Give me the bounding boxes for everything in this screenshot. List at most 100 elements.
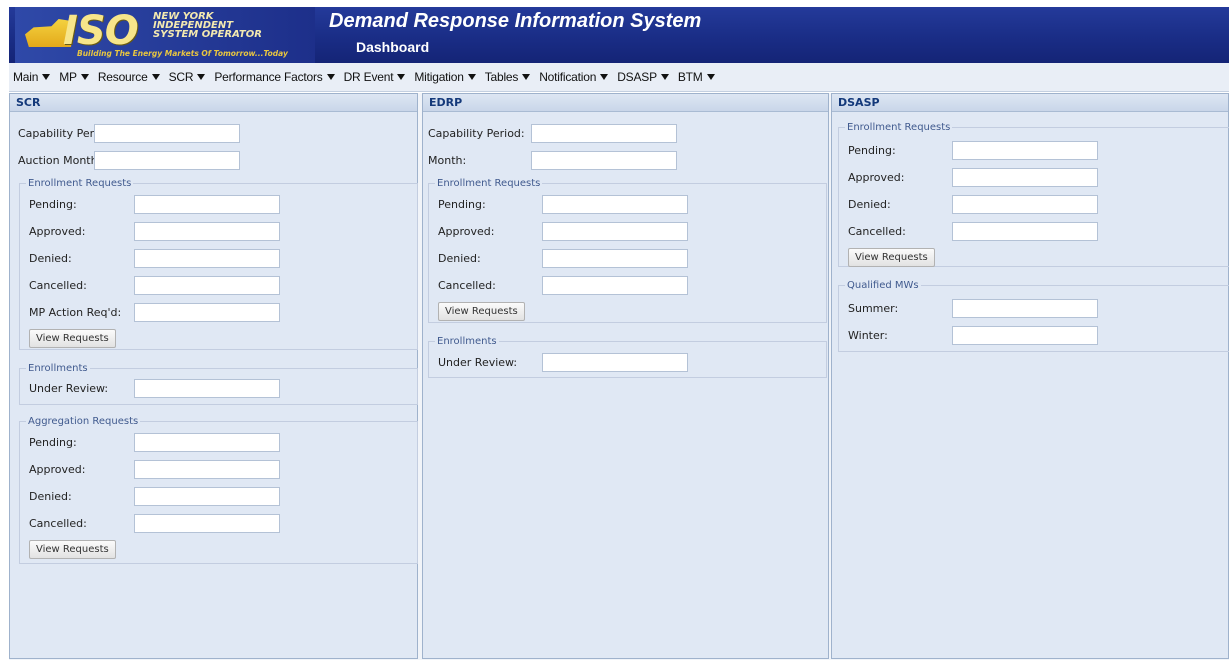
dsasp-panel: DSASP Enrollment Requests Pending: Appro… <box>831 93 1229 659</box>
caret-down-icon <box>197 74 206 80</box>
dsasp-pending-label: Pending: <box>848 143 896 157</box>
edrp-enrollments-legend: Enrollments <box>437 336 497 347</box>
scr-denied-field[interactable] <box>134 248 280 268</box>
app-title: Demand Response Information System <box>329 10 702 32</box>
edrp-under-review-field[interactable] <box>542 352 688 372</box>
scr-denied-label: Denied: <box>29 251 72 265</box>
scr-view-enrollment-requests-button[interactable]: View Requests <box>29 329 116 348</box>
menu-performance-factors[interactable]: Performance Factors <box>214 70 335 84</box>
menu-notification[interactable]: Notification <box>539 70 609 84</box>
scr-agg-pending-field[interactable] <box>134 432 280 452</box>
scr-agg-approved-field[interactable] <box>134 459 280 479</box>
edrp-approved-label: Approved: <box>438 224 495 238</box>
dsasp-denied-field[interactable] <box>952 194 1098 214</box>
dsasp-cancelled-label: Cancelled: <box>848 224 906 238</box>
menu-resource[interactable]: Resource <box>98 70 160 84</box>
menu-label: DSASP <box>617 70 657 84</box>
scr-panel: SCR Capability Period: Auction Month: En… <box>9 93 418 659</box>
dsasp-panel-title: DSASP <box>832 94 1228 112</box>
caret-down-icon <box>42 74 51 80</box>
dsasp-denied-label: Denied: <box>848 197 891 211</box>
scr-auction-month-field[interactable] <box>94 150 240 170</box>
caret-down-icon <box>600 74 609 80</box>
dashboard-panels: SCR Capability Period: Auction Month: En… <box>9 93 1229 660</box>
scr-aggregation-requests-legend: Aggregation Requests <box>28 416 139 427</box>
caret-down-icon <box>80 74 89 80</box>
menu-label: Mitigation <box>414 70 464 84</box>
edrp-approved-field[interactable] <box>542 221 688 241</box>
caret-down-icon <box>660 74 669 80</box>
edrp-cancelled-field[interactable] <box>542 275 688 295</box>
logo-name-line-3: SYSTEM OPERATOR <box>153 29 262 40</box>
caret-down-icon <box>522 74 531 80</box>
menu-dr-event[interactable]: DR Event <box>344 70 406 84</box>
scr-agg-approved-label: Approved: <box>29 462 86 476</box>
dsasp-pending-field[interactable] <box>952 140 1098 160</box>
page-title: Dashboard <box>356 39 430 55</box>
menu-label: DR Event <box>343 70 394 84</box>
menu-mp[interactable]: MP <box>59 70 89 84</box>
scr-enrollments-legend: Enrollments <box>28 363 88 374</box>
edrp-enrollment-requests-legend: Enrollment Requests <box>437 178 541 189</box>
edrp-pending-field[interactable] <box>542 194 688 214</box>
dsasp-winter-label: Winter: <box>848 328 888 342</box>
menu-mitigation[interactable]: Mitigation <box>414 70 476 84</box>
edrp-pending-label: Pending: <box>438 197 486 211</box>
dsasp-enrollment-requests-legend: Enrollment Requests <box>847 122 951 133</box>
edrp-capability-period-label: Capability Period: <box>428 126 525 140</box>
menu-label: MP <box>59 70 77 84</box>
app-header: ISO NEW YORK INDEPENDENT SYSTEM OPERATOR… <box>9 7 1229 63</box>
edrp-month-field[interactable] <box>531 150 677 170</box>
dsasp-cancelled-field[interactable] <box>952 221 1098 241</box>
menu-label: SCR <box>168 70 194 84</box>
scr-panel-title: SCR <box>10 94 417 112</box>
caret-down-icon <box>706 74 715 80</box>
logo-iso-text: ISO <box>63 8 139 54</box>
edrp-capability-period-field[interactable] <box>531 123 677 143</box>
edrp-under-review-label: Under Review: <box>438 355 518 369</box>
scr-capability-period-field[interactable] <box>94 123 240 143</box>
main-menu-bar: Main MP Resource SCR Performance Factors… <box>9 63 1229 92</box>
edrp-view-requests-button[interactable]: View Requests <box>438 302 525 321</box>
scr-agg-cancelled-field[interactable] <box>134 513 280 533</box>
scr-pending-field[interactable] <box>134 194 280 214</box>
logo-name: NEW YORK INDEPENDENT SYSTEM OPERATOR <box>153 12 263 40</box>
edrp-panel-title: EDRP <box>423 94 828 112</box>
scr-view-aggregation-requests-button[interactable]: View Requests <box>29 540 116 559</box>
scr-auction-month-label: Auction Month: <box>18 153 102 167</box>
scr-agg-pending-label: Pending: <box>29 435 77 449</box>
scr-mp-action-field[interactable] <box>134 302 280 322</box>
scr-pending-label: Pending: <box>29 197 77 211</box>
dsasp-winter-field[interactable] <box>952 325 1098 345</box>
dsasp-summer-field[interactable] <box>952 298 1098 318</box>
caret-down-icon <box>397 74 406 80</box>
caret-down-icon <box>467 74 476 80</box>
menu-main[interactable]: Main <box>13 70 51 84</box>
scr-approved-field[interactable] <box>134 221 280 241</box>
edrp-month-label: Month: <box>428 153 467 167</box>
edrp-panel: EDRP Capability Period: Month: Enrollmen… <box>422 93 829 659</box>
scr-under-review-label: Under Review: <box>29 381 109 395</box>
scr-mp-action-label: MP Action Req'd: <box>29 305 122 319</box>
scr-under-review-field[interactable] <box>134 378 280 398</box>
scr-approved-label: Approved: <box>29 224 86 238</box>
edrp-denied-label: Denied: <box>438 251 481 265</box>
scr-enrollment-requests-legend: Enrollment Requests <box>28 178 132 189</box>
menu-label: Notification <box>539 70 597 84</box>
menu-btm[interactable]: BTM <box>678 70 715 84</box>
menu-scr[interactable]: SCR <box>169 70 206 84</box>
menu-label: Performance Factors <box>214 70 323 84</box>
menu-dsasp[interactable]: DSASP <box>617 70 669 84</box>
dsasp-approved-field[interactable] <box>952 167 1098 187</box>
scr-cancelled-field[interactable] <box>134 275 280 295</box>
nyiso-logo: ISO NEW YORK INDEPENDENT SYSTEM OPERATOR… <box>15 7 315 63</box>
scr-agg-denied-label: Denied: <box>29 489 72 503</box>
menu-label: Main <box>13 70 39 84</box>
logo-tagline: Building The Energy Markets Of Tomorrow.… <box>77 49 288 58</box>
scr-agg-denied-field[interactable] <box>134 486 280 506</box>
edrp-denied-field[interactable] <box>542 248 688 268</box>
menu-label: Tables <box>484 70 519 84</box>
menu-tables[interactable]: Tables <box>485 70 531 84</box>
edrp-cancelled-label: Cancelled: <box>438 278 496 292</box>
dsasp-view-requests-button[interactable]: View Requests <box>848 248 935 267</box>
